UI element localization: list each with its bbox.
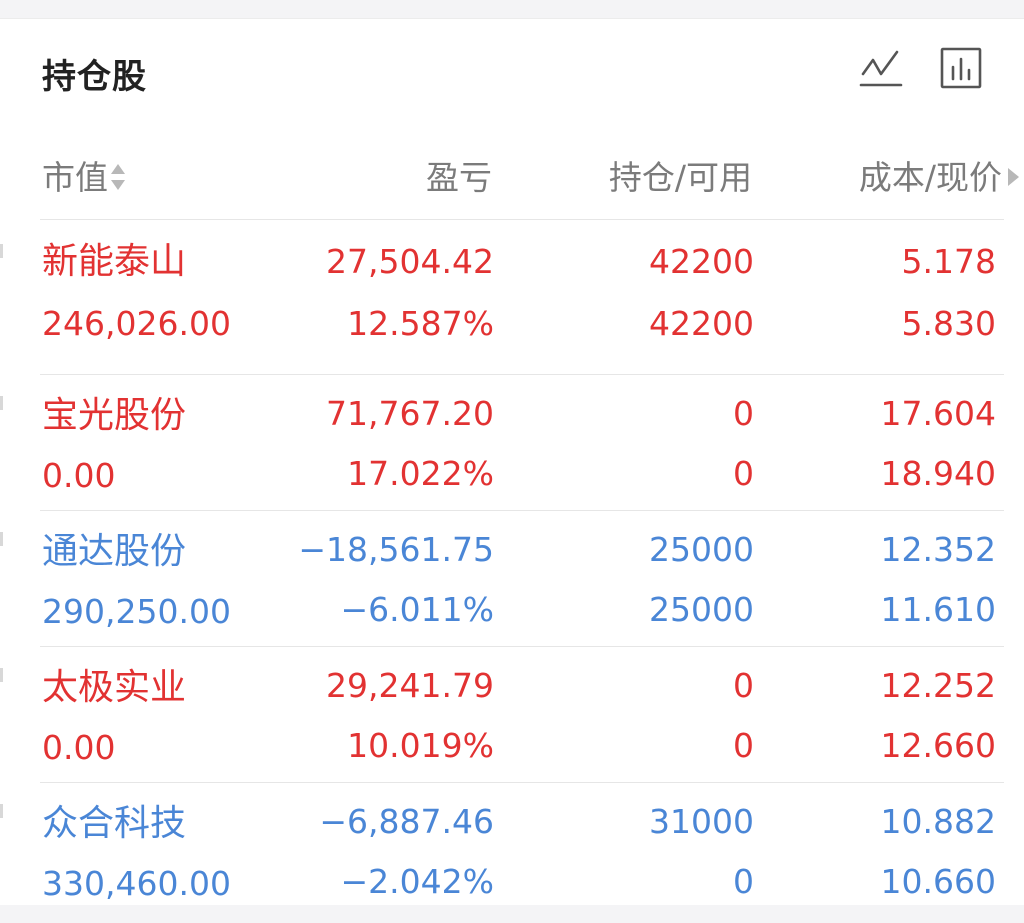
stock-name: 新能泰山 <box>42 241 187 282</box>
profit-loss-amount: 27,504.42 <box>326 242 494 281</box>
cost-price: 12.252 <box>880 666 996 705</box>
available-qty: 0 <box>733 454 754 493</box>
stock-name: 众合科技 <box>42 803 187 844</box>
profit-loss-percent: −6.011% <box>340 590 494 629</box>
column-header-profit-loss[interactable]: 盈亏 <box>426 151 492 199</box>
row-edge-mark <box>0 532 3 546</box>
position-qty: 0 <box>733 394 754 433</box>
line-chart-icon <box>859 50 903 87</box>
market-value: 330,460.00 <box>42 864 231 903</box>
profit-loss-amount: −18,561.75 <box>298 530 494 569</box>
position-qty: 42200 <box>649 242 754 281</box>
bar-chart-icon <box>940 47 982 89</box>
stock-name: 宝光股份 <box>42 395 187 436</box>
line-chart-button[interactable] <box>858 45 904 91</box>
chevron-right-icon <box>1008 167 1019 186</box>
table-row[interactable]: 宝光股份 0.00 71,767.20 17.022% 0 0 17.604 1… <box>0 356 1024 495</box>
profit-loss-percent: 17.022% <box>347 454 494 493</box>
available-qty: 25000 <box>649 590 754 629</box>
sort-icon <box>111 163 125 190</box>
profit-loss-percent: 12.587% <box>347 304 494 343</box>
table-row[interactable]: 通达股份 290,250.00 −18,561.75 −6.011% 25000… <box>0 492 1024 631</box>
row-edge-mark <box>0 804 3 818</box>
page-title: 持仓股 <box>42 57 147 97</box>
stock-name: 太极实业 <box>42 667 187 708</box>
profit-loss-percent: 10.019% <box>347 726 494 765</box>
market-value: 246,026.00 <box>42 304 231 343</box>
profit-loss-amount: −6,887.46 <box>319 802 494 841</box>
profit-loss-percent: −2.042% <box>340 862 494 901</box>
column-header-position-available[interactable]: 持仓/可用 <box>609 151 752 199</box>
row-edge-mark <box>0 396 3 410</box>
market-value: 290,250.00 <box>42 592 231 631</box>
stock-name: 通达股份 <box>42 531 187 572</box>
column-header-cost-price[interactable]: 成本/现价 <box>859 151 1020 199</box>
current-price: 11.610 <box>880 590 996 629</box>
position-qty: 31000 <box>649 802 754 841</box>
column-header-cost-price-label: 成本/现价 <box>858 158 1002 197</box>
profit-loss-amount: 71,767.20 <box>326 394 494 433</box>
column-header-market-value-label: 市值 <box>42 158 108 197</box>
position-qty: 0 <box>733 666 754 705</box>
cost-price: 12.352 <box>880 530 996 569</box>
current-price: 10.660 <box>880 862 996 901</box>
row-edge-mark <box>0 244 3 258</box>
market-value: 0.00 <box>42 456 116 495</box>
market-value: 0.00 <box>42 728 116 767</box>
column-header-market-value[interactable]: 市值 <box>42 151 126 199</box>
cost-price: 10.882 <box>880 802 996 841</box>
bar-chart-button[interactable] <box>938 45 984 91</box>
position-qty: 25000 <box>649 530 754 569</box>
cost-price: 5.178 <box>901 242 996 281</box>
chart-toolbar <box>858 45 984 91</box>
available-qty: 0 <box>733 726 754 765</box>
row-edge-mark <box>0 668 3 682</box>
available-qty: 42200 <box>649 304 754 343</box>
table-row[interactable]: 众合科技 330,460.00 −6,887.46 −2.042% 31000 … <box>0 764 1024 903</box>
current-price: 12.660 <box>880 726 996 765</box>
current-price: 18.940 <box>880 454 996 493</box>
cost-price: 17.604 <box>880 394 996 433</box>
profit-loss-amount: 29,241.79 <box>326 666 494 705</box>
table-row[interactable]: 太极实业 0.00 29,241.79 10.019% 0 0 12.252 1… <box>0 628 1024 767</box>
holdings-card: 持仓股 市值 盈亏 持仓/可用 成本/现价 新能泰山 246,026.00 27… <box>0 18 1024 905</box>
current-price: 5.830 <box>901 304 996 343</box>
available-qty: 0 <box>733 862 754 901</box>
table-row[interactable]: 新能泰山 246,026.00 27,504.42 12.587% 42200 … <box>0 220 1024 356</box>
